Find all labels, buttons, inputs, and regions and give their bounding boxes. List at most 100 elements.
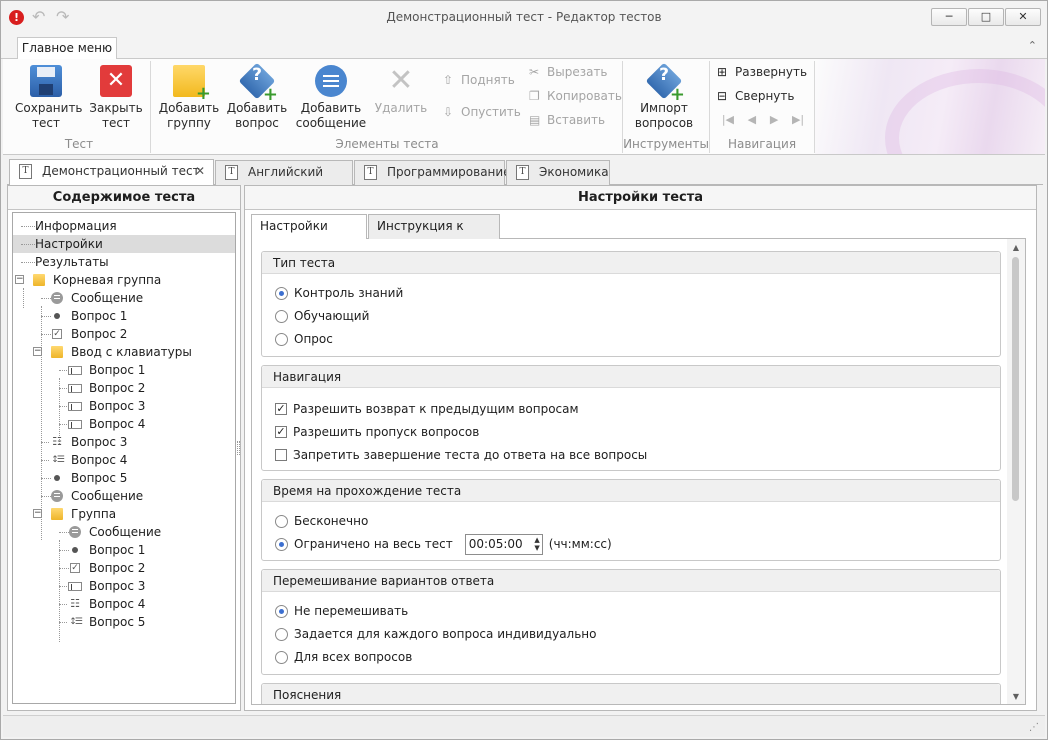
collapse-node-icon[interactable]: − [15,275,24,284]
tree-item-keyboard-group[interactable]: − Ввод с клавиатуры [13,343,235,361]
collapse-node-icon[interactable]: − [33,347,42,356]
test-doc-icon: T [516,165,529,180]
tree-item-label: Вопрос 1 [89,363,146,377]
tree-item-label: Вопрос 3 [71,435,128,449]
move-down-button[interactable]: ⇩ Опустить [443,105,521,119]
tab-main-menu[interactable]: Главное меню [17,37,117,60]
cut-button[interactable]: ✂ Вырезать [529,65,608,79]
tree-item-info[interactable]: Информация [13,217,235,235]
scroll-up-icon[interactable]: ▲ [1007,243,1025,252]
tree-item-question[interactable]: Вопрос 5 [13,613,235,631]
tree-item-message[interactable]: Сообщение [13,289,235,307]
single-choice-icon [51,310,63,322]
close-tab-icon[interactable]: ✕ [195,160,205,183]
radio-all-questions[interactable]: Для всех вопросов [275,648,412,666]
add-question-button[interactable]: ? + Добавить вопрос [225,62,289,131]
tree-item-question[interactable]: Вопрос 4 [13,451,235,469]
tree-item-question[interactable]: Вопрос 4 [13,415,235,433]
checkbox-forbid-finish[interactable]: Запретить завершение теста до ответа на … [275,446,647,464]
move-up-button[interactable]: ⇧ Поднять [443,73,515,87]
radio-button[interactable] [275,514,288,528]
maximize-button[interactable]: □ [968,8,1004,26]
group-label-elements: Элементы теста [335,137,439,151]
radio-button[interactable] [275,286,288,300]
tree-item-question[interactable]: Вопрос 1 [13,361,235,379]
tree-item-question[interactable]: Вопрос 3 [13,577,235,595]
prev-icon[interactable]: ◀ [748,113,756,126]
tree-item-question[interactable]: ✓ Вопрос 2 [13,559,235,577]
vertical-scrollbar[interactable]: ▲ ▼ [1007,239,1025,704]
delete-icon: ✕ [388,63,414,98]
expand-button[interactable]: ⊞ Развернуть [717,65,807,79]
import-questions-button[interactable]: ? + Импорт вопросов [629,62,699,131]
close-test-button[interactable]: ✕ Закрыть тест [85,65,147,131]
doc-tab-english[interactable]: T Английский язык [215,160,353,202]
checkbox[interactable] [275,449,287,461]
next-icon[interactable]: ▶ [770,113,778,126]
time-limit-input[interactable]: 00:05:00 ▲ ▼ [464,533,543,555]
radio-no-shuffle[interactable]: Не перемешивать [275,602,408,620]
radio-survey[interactable]: Опрос [275,330,333,348]
doc-tab-demo[interactable]: T Демонстрационный тест ✕ [9,159,214,185]
tree-item-results[interactable]: Результаты [13,253,235,271]
tree-item-question[interactable]: ✓ Вопрос 2 [13,325,235,343]
scroll-down-icon[interactable]: ▼ [1007,692,1025,701]
tree-item-label: Корневая группа [53,273,162,287]
checkbox[interactable]: ✓ [275,426,287,438]
radio-per-question[interactable]: Задается для каждого вопроса индивидуаль… [275,625,597,643]
add-group-label-2: группу [167,116,211,130]
tab-test-settings[interactable]: Настройки теста [251,214,367,256]
copy-button[interactable]: ❐ Копировать [529,89,622,103]
tree-item-question[interactable]: Вопрос 2 [13,379,235,397]
tree-item-question[interactable]: Вопрос 5 [13,469,235,487]
paste-button[interactable]: ▤ Вставить [529,113,605,127]
close-window-button[interactable]: ✕ [1005,8,1041,26]
checkbox-allow-skip[interactable]: ✓ Разрешить пропуск вопросов [275,423,479,441]
delete-button[interactable]: ✕ Удалить [373,65,429,116]
add-group-button[interactable]: + Добавить группу [157,65,221,131]
spin-arrows-icon[interactable]: ▲ ▼ [534,536,539,552]
doc-tab-economics[interactable]: T Экономика [506,160,610,185]
minimize-button[interactable]: ─ [931,8,967,26]
tree-item-label: Вопрос 3 [89,399,146,413]
resize-grip-icon[interactable]: ⋰ [1029,722,1039,733]
tree-item-question[interactable]: Вопрос 3 [13,433,235,451]
radio-training[interactable]: Обучающий [275,307,369,325]
save-test-button[interactable]: Сохранить тест [15,65,83,131]
tab-test-instruction[interactable]: Инструкция к тесту [368,214,500,256]
last-icon[interactable]: ▶| [792,113,804,126]
doc-tab-programming[interactable]: T Программирование [354,160,511,185]
panel-splitter[interactable] [237,441,240,455]
tree-item-question[interactable]: Вопрос 1 [13,307,235,325]
text-input-icon [68,384,82,393]
radio-button[interactable] [275,309,288,323]
radio-limited[interactable]: Ограничено на весь тест 00:05:00 ▲ ▼ (чч:м… [275,533,612,555]
first-icon[interactable]: |◀ [722,113,734,126]
tree-item-question[interactable]: Вопрос 1 [13,541,235,559]
radio-button[interactable] [275,604,288,618]
radio-button[interactable] [275,332,288,346]
text-input-icon [68,582,82,591]
tree-item-question[interactable]: Вопрос 3 [13,397,235,415]
radio-button[interactable] [275,537,288,551]
tree-item-message[interactable]: Сообщение [13,523,235,541]
tree-item-group[interactable]: − Группа [13,505,235,523]
radio-infinite[interactable]: Бесконечно [275,512,368,530]
option-label: Бесконечно [294,514,369,528]
tree-item-settings[interactable]: Настройки [13,235,235,253]
tree-item-question[interactable]: Вопрос 4 [13,595,235,613]
radio-button[interactable] [275,650,288,664]
radio-knowledge-control[interactable]: Контроль знаний [275,284,403,302]
checkbox-allow-return[interactable]: ✓ Разрешить возврат к предыдущим вопросам [275,400,579,418]
panel-title: Настройки теста [245,186,1036,210]
checkbox[interactable]: ✓ [275,403,287,415]
radio-button[interactable] [275,627,288,641]
collapse-ribbon-icon[interactable]: ⌃ [1028,39,1037,52]
scroll-thumb[interactable] [1012,257,1019,501]
tree-item-root-group[interactable]: − Корневая группа [13,271,235,289]
collapse-button[interactable]: ⊟ Свернуть [717,89,794,103]
collapse-node-icon[interactable]: − [33,509,42,518]
add-message-button[interactable]: Добавить сообщение [295,65,367,131]
tree-item-message[interactable]: Сообщение [13,487,235,505]
document-tabs: T Демонстрационный тест ✕ T Английский я… [7,159,1043,202]
